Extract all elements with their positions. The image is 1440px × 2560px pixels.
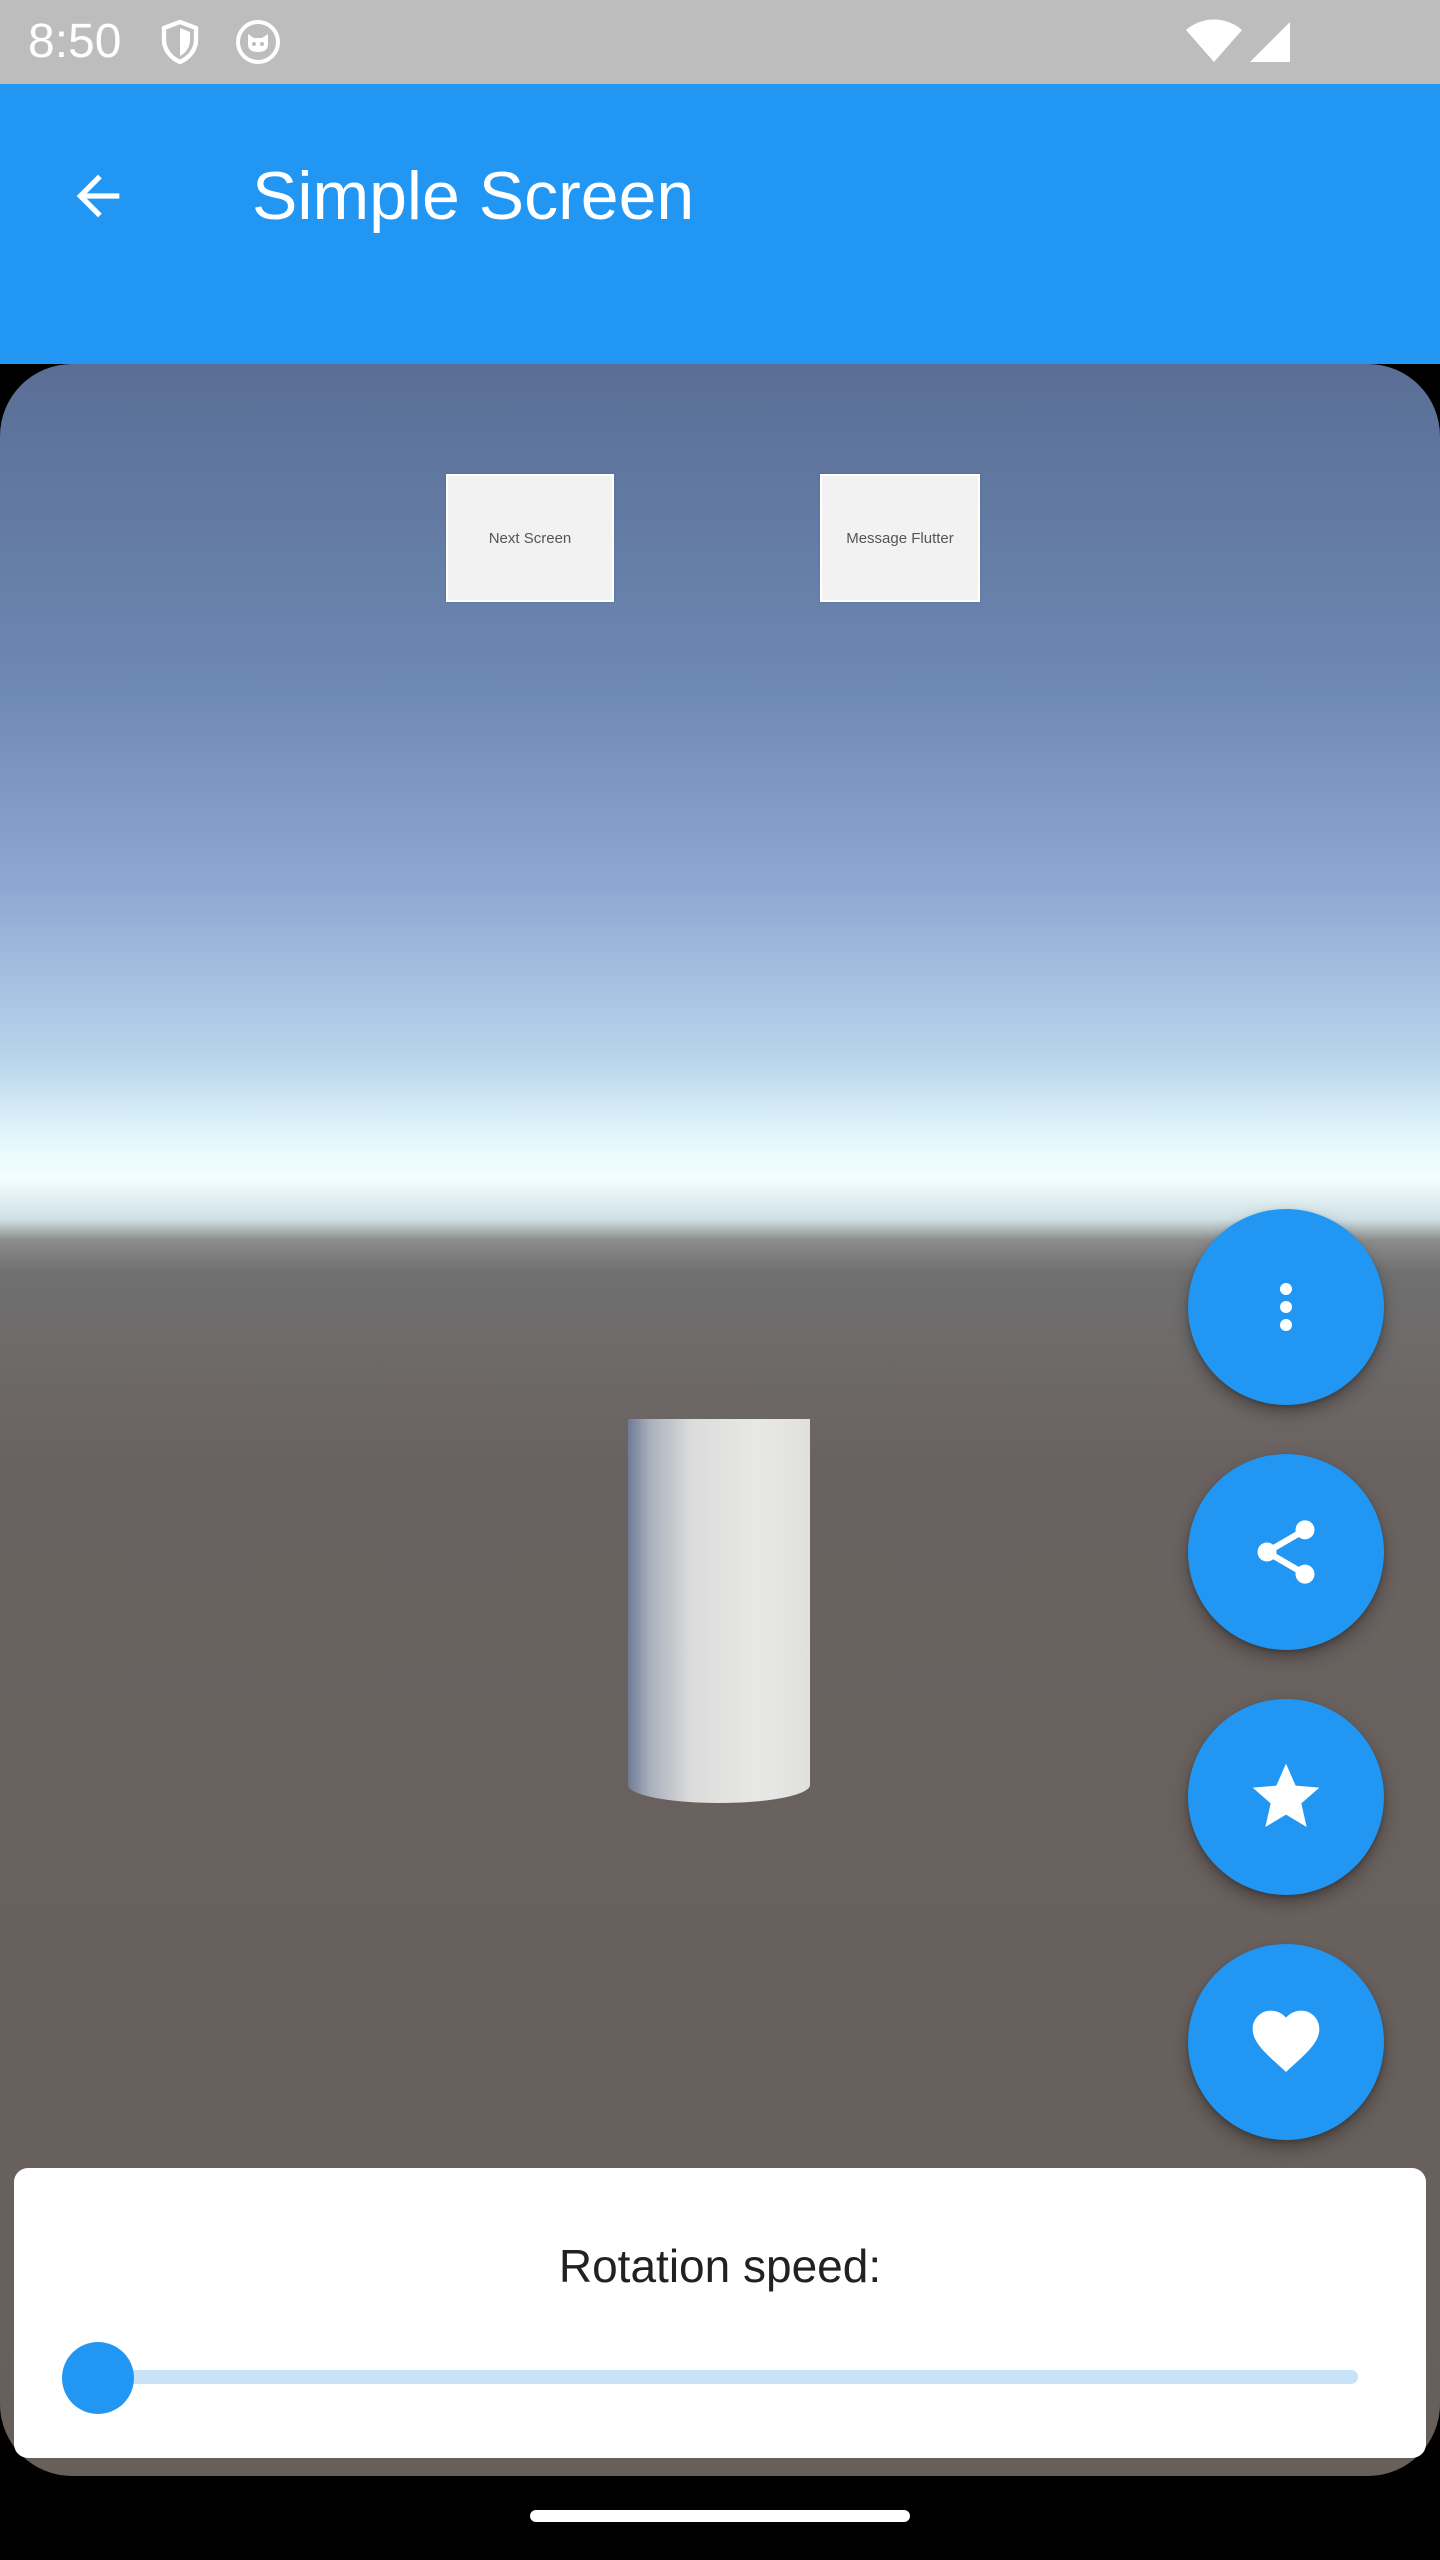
- back-button[interactable]: [48, 146, 148, 246]
- more-button[interactable]: [1188, 1209, 1384, 1405]
- system-navigation-bar: [0, 2476, 1440, 2560]
- share-icon: [1257, 1520, 1315, 1584]
- home-gesture-handle[interactable]: [530, 2510, 910, 2522]
- rotating-cylinder: [628, 1419, 810, 1803]
- heart-button[interactable]: [1188, 1944, 1384, 2140]
- rotation-speed-slider-track[interactable]: [98, 2370, 1358, 2384]
- more-vertical-icon: [1280, 1283, 1292, 1331]
- wifi-icon: [1184, 18, 1244, 66]
- rotation-speed-label: Rotation speed:: [558, 2240, 882, 2292]
- unity-scene-view[interactable]: Next Screen Message Flutter: [0, 364, 1440, 2476]
- heart-icon: [1252, 2010, 1320, 2072]
- star-button[interactable]: [1188, 1699, 1384, 1895]
- share-button[interactable]: [1188, 1454, 1384, 1650]
- shield-icon: [156, 18, 204, 66]
- rotation-speed-slider-thumb[interactable]: [62, 2342, 134, 2414]
- arrow-left-icon: [76, 174, 120, 218]
- cat-face-icon: [234, 18, 282, 66]
- cell-signal-icon: [1246, 18, 1306, 66]
- status-time: 8:50: [28, 15, 122, 68]
- app-bar: [0, 84, 1440, 364]
- page-title: Simple Screen: [252, 158, 695, 234]
- message-flutter-button[interactable]: Message Flutter: [820, 474, 980, 602]
- status-bar: 8:50: [0, 0, 1440, 84]
- next-screen-button[interactable]: Next Screen: [446, 474, 614, 602]
- rotation-speed-panel: Rotation speed:: [14, 2168, 1426, 2458]
- star-icon: [1252, 1763, 1320, 1827]
